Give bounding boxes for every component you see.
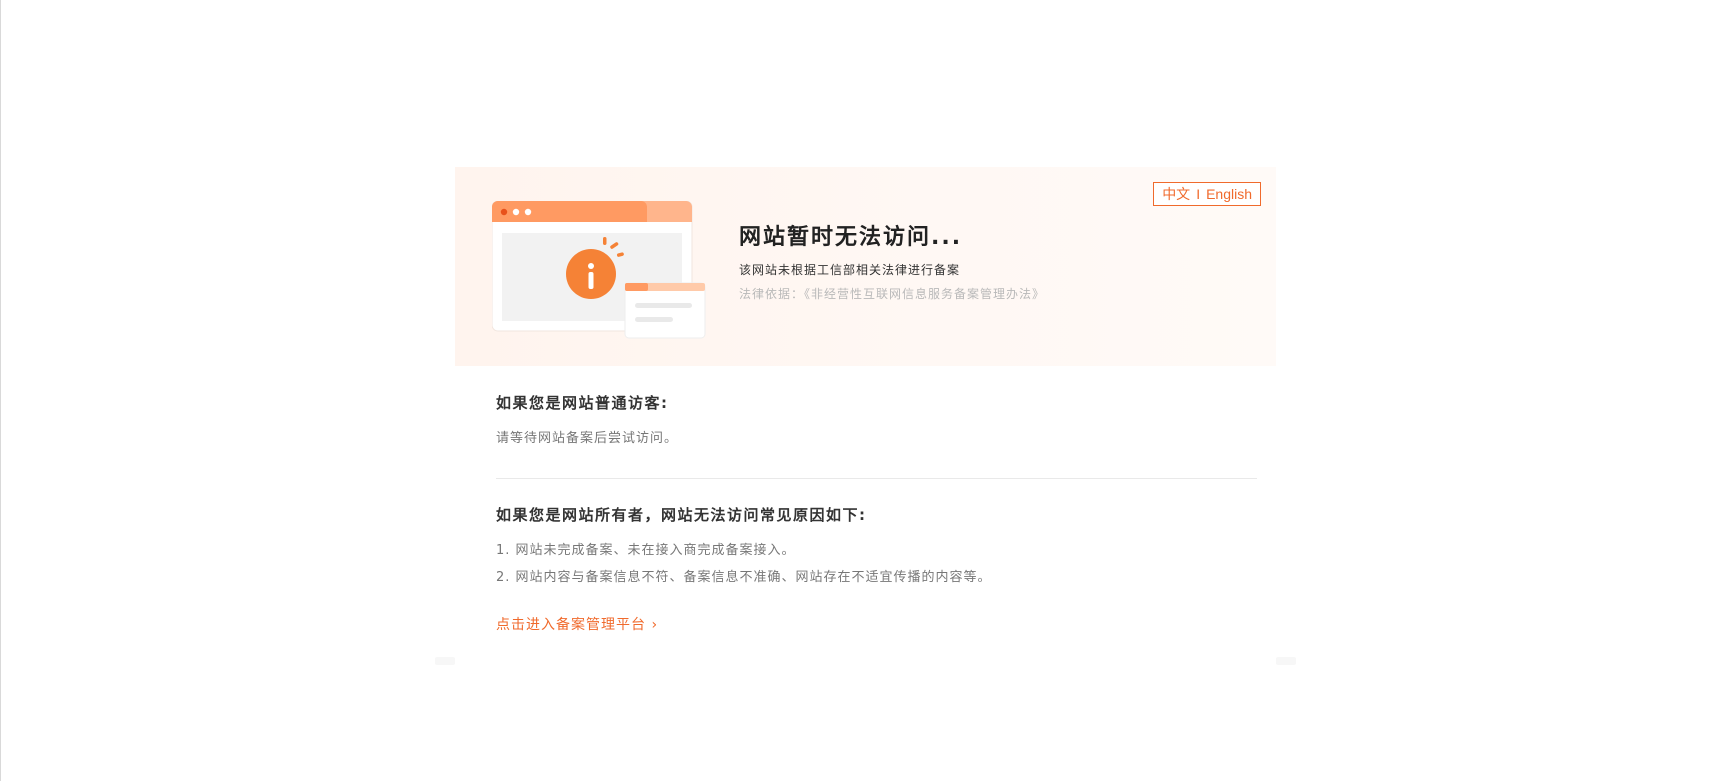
- banner: 中文 I English 网站暂时无法访问... 该网站未根据工信部相关法律进行…: [455, 167, 1276, 366]
- info-icon: [491, 200, 706, 339]
- page-title: 网站暂时无法访问...: [739, 225, 963, 250]
- owner-heading: 如果您是网站所有者，网站无法访问常见原因如下:: [496, 506, 867, 524]
- lang-separator: I: [1196, 186, 1201, 202]
- notice-card: 中文 I English 网站暂时无法访问... 该网站未根据工信部相关法律进行…: [435, 167, 1296, 665]
- filing-platform-link[interactable]: 点击进入备案管理平台 ›: [496, 614, 658, 634]
- visitor-section: 如果您是网站普通访客: 请等待网站备案后尝试访问。: [496, 392, 1257, 446]
- visitor-heading: 如果您是网站普通访客:: [496, 394, 669, 412]
- legal-basis: 法律依据：《非经营性互联网信息服务备案管理办法》: [739, 287, 1046, 301]
- language-switch: 中文 I English: [1153, 182, 1261, 206]
- info-browser-illustration: [491, 200, 712, 341]
- page-subtitle: 该网站未根据工信部相关法律进行备案: [739, 263, 961, 277]
- reason-item: 1. 网站未完成备案、未在接入商完成备案接入。: [496, 543, 796, 558]
- lang-zh-link[interactable]: 中文: [1162, 184, 1190, 204]
- divider: [496, 478, 1257, 479]
- reason-item: 2. 网站内容与备案信息不符、备案信息不准确、网站存在不适宜传播的内容等。: [496, 570, 992, 585]
- lang-en-link[interactable]: English: [1206, 186, 1252, 202]
- corner-decoration: [1276, 657, 1296, 665]
- visitor-text: 请等待网站备案后尝试访问。: [496, 431, 679, 446]
- owner-section: 如果您是网站所有者，网站无法访问常见原因如下: 1. 网站未完成备案、未在接入商…: [496, 504, 1257, 585]
- corner-decoration: [435, 657, 455, 665]
